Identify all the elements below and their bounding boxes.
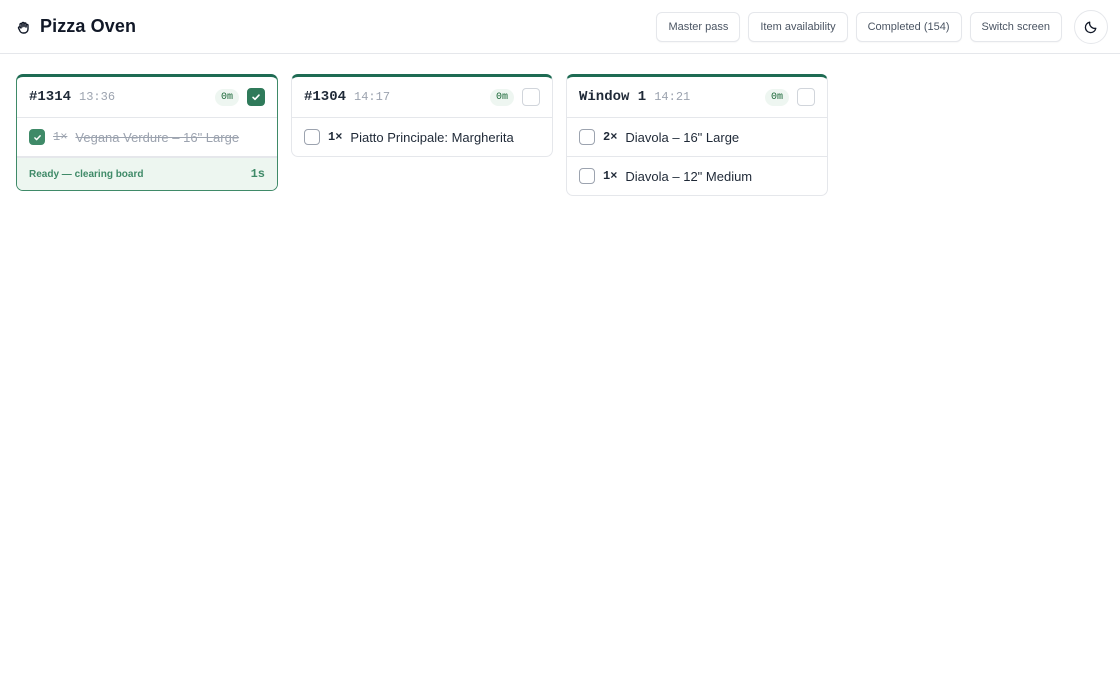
toolbar: Master pass Item availability Completed …: [656, 9, 1108, 44]
item-name: Piatto Principale: Margherita: [350, 129, 514, 145]
elapsed-badge: 0m: [764, 88, 789, 106]
order-id: #1304: [304, 89, 347, 105]
status-timer: 1s: [250, 167, 265, 181]
hand-icon: [16, 19, 32, 35]
order-id: #1314: [29, 89, 72, 105]
order-card: Window 1 14:21 0m 2× Diavola – 16" Large…: [566, 74, 828, 196]
order-id: Window 1: [579, 89, 647, 105]
item-checkbox[interactable]: [579, 129, 595, 145]
item-quantity: 1×: [603, 169, 618, 183]
order-header: #1304 14:17 0m: [292, 77, 552, 118]
item-checkbox[interactable]: [304, 129, 320, 145]
order-board: #1314 13:36 0m 1× Vegana Verdure – 16" L…: [0, 54, 1120, 216]
item-checkbox[interactable]: [579, 168, 595, 184]
elapsed-badge: 0m: [214, 88, 239, 106]
order-time: 14:21: [654, 90, 691, 104]
item-quantity: 1×: [53, 130, 68, 144]
page-title: Pizza Oven: [40, 16, 137, 36]
order-time: 14:17: [354, 90, 391, 104]
list-item[interactable]: 1× Diavola – 12" Medium: [567, 157, 827, 195]
theme-toggle-button[interactable]: [1074, 9, 1108, 44]
elapsed-badge: 0m: [489, 88, 514, 106]
item-checkbox[interactable]: [29, 129, 45, 145]
list-item[interactable]: 1× Piatto Principale: Margherita: [292, 118, 552, 156]
order-header: #1314 13:36 0m: [17, 77, 277, 118]
check-icon: [33, 134, 41, 140]
master-pass-button[interactable]: Master pass: [656, 11, 741, 42]
completed-button[interactable]: Completed (154): [855, 11, 962, 42]
ready-status-bar: Ready — clearing board 1s: [17, 157, 277, 190]
switch-screen-button[interactable]: Switch screen: [969, 11, 1062, 42]
item-name: Diavola – 16" Large: [625, 129, 740, 145]
brand: Pizza Oven: [16, 16, 136, 37]
check-icon: [252, 94, 260, 101]
moon-icon: [1084, 20, 1098, 34]
list-item[interactable]: 2× Diavola – 16" Large: [567, 118, 827, 157]
item-quantity: 2×: [603, 130, 618, 144]
item-quantity: 1×: [328, 130, 343, 144]
item-name: Vegana Verdure – 16" Large: [75, 129, 240, 145]
order-complete-checkbox[interactable]: [247, 88, 265, 106]
top-bar: Pizza Oven Master pass Item availability…: [0, 0, 1120, 54]
order-card: #1314 13:36 0m 1× Vegana Verdure – 16" L…: [16, 74, 278, 191]
status-text: Ready — clearing board: [29, 168, 144, 180]
order-card: #1304 14:17 0m 1× Piatto Principale: Mar…: [291, 74, 553, 157]
order-header: Window 1 14:21 0m: [567, 77, 827, 118]
item-name: Diavola – 12" Medium: [625, 168, 753, 184]
order-complete-checkbox[interactable]: [797, 88, 815, 106]
order-time: 13:36: [79, 90, 116, 104]
item-availability-button[interactable]: Item availability: [748, 11, 848, 42]
order-complete-checkbox[interactable]: [522, 88, 540, 106]
list-item[interactable]: 1× Vegana Verdure – 16" Large: [17, 118, 277, 157]
